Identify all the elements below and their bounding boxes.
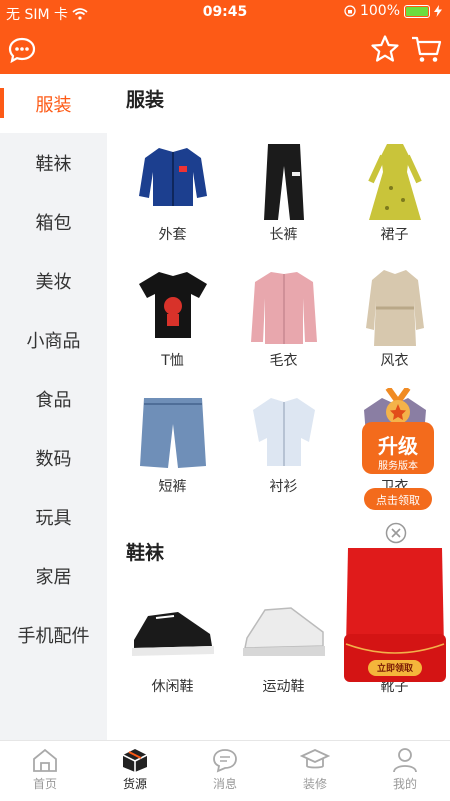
red-bag-promo[interactable]: 立即领取	[340, 522, 450, 690]
box-icon	[122, 749, 148, 772]
shorts-image	[139, 398, 206, 468]
product-label: 毛衣	[269, 353, 298, 369]
product-trenchcoat[interactable]: 风衣	[339, 258, 450, 378]
tab-home[interactable]: 首页	[0, 741, 90, 801]
product-label: 裙子	[380, 227, 409, 243]
sidebar-item-label: 食品	[35, 389, 72, 411]
user-icon	[393, 748, 417, 773]
sidebar-item-digital[interactable]: 数码	[0, 428, 107, 487]
sidebar-item-label: 美妆	[35, 271, 72, 293]
sidebar-item-label: 家居	[35, 566, 72, 588]
close-icon[interactable]	[385, 522, 407, 544]
section-title-clothing: 服装	[126, 89, 165, 111]
sidebar-item-label: 小商品	[26, 330, 81, 352]
product-tshirt[interactable]: T恤	[117, 258, 228, 378]
upgrade-promo[interactable]: 升级 服务版本 点击领取	[362, 386, 434, 518]
sidebar-item-home[interactable]: 家居	[0, 546, 107, 605]
sidebar-item-beauty[interactable]: 美妆	[0, 251, 107, 310]
orientation-lock-icon	[344, 5, 356, 17]
sidebar-item-small-goods[interactable]: 小商品	[0, 310, 107, 369]
bag-claim-button[interactable]: 立即领取	[368, 661, 422, 674]
section-title-shoes: 鞋袜	[126, 542, 165, 564]
casual-shoes-image	[131, 612, 214, 656]
sidebar-item-label: 服装	[35, 94, 72, 116]
sidebar-item-label: 鞋袜	[35, 153, 72, 175]
tab-messages[interactable]: 消息	[180, 741, 270, 801]
sidebar-item-bags[interactable]: 箱包	[0, 192, 107, 251]
tab-label: 货源	[122, 777, 147, 791]
tab-label: 首页	[32, 777, 57, 791]
sidebar-item-toys[interactable]: 玩具	[0, 487, 107, 546]
tab-label: 消息	[212, 777, 237, 791]
battery-percent: 100%	[359, 3, 400, 19]
tab-profile[interactable]: 我的	[360, 741, 450, 801]
graduation-cap-icon	[300, 749, 330, 769]
sidebar-item-phone-accessories[interactable]: 手机配件	[0, 605, 107, 664]
sidebar-item-label: 箱包	[35, 212, 72, 234]
product-dress[interactable]: 裙子	[339, 132, 450, 252]
product-label: 外套	[158, 227, 187, 243]
sidebar-item-clothing[interactable]: 服装	[0, 74, 107, 133]
sidebar-item-label: 手机配件	[17, 625, 90, 647]
battery-icon	[404, 4, 430, 18]
chat-icon	[213, 749, 237, 773]
tab-sources[interactable]: 货源	[90, 741, 180, 801]
sidebar-item-food[interactable]: 食品	[0, 369, 107, 428]
bottom-tab-bar: 首页 货源 消息 装修 我的	[0, 740, 450, 801]
tab-label: 装修	[302, 777, 327, 791]
home-icon	[33, 748, 57, 772]
sweater-image	[250, 272, 317, 344]
upgrade-title: 升级	[378, 434, 418, 458]
top-bar: 无 SIM 卡 09:45 100%	[0, 0, 450, 74]
claim-button[interactable]: 点击领取	[362, 492, 434, 508]
message-icon[interactable]	[8, 36, 36, 64]
product-pants[interactable]: 长裤	[228, 132, 339, 252]
product-label: 风衣	[380, 353, 409, 369]
cart-icon[interactable]	[410, 34, 442, 64]
category-sidebar: 服装 鞋袜 箱包 美妆 小商品 食品 数码 玩具 家居 手机配件	[0, 74, 107, 740]
product-label: 短裤	[158, 479, 187, 495]
product-label: 运动鞋	[262, 679, 305, 695]
sidebar-item-label: 玩具	[35, 507, 72, 529]
upgrade-subtitle: 服务版本	[378, 461, 418, 472]
trenchcoat-image	[365, 270, 424, 346]
shirt-image	[252, 398, 315, 466]
product-label: 长裤	[269, 227, 298, 243]
tab-label: 我的	[392, 777, 417, 791]
product-label: T恤	[161, 353, 184, 369]
sidebar-item-shoes[interactable]: 鞋袜	[0, 133, 107, 192]
product-shirt[interactable]: 衬衫	[228, 384, 339, 504]
pants-image	[263, 144, 304, 220]
product-shorts[interactable]: 短裤	[117, 384, 228, 504]
product-sweater[interactable]: 毛衣	[228, 258, 339, 378]
product-sports-shoes[interactable]: 运动鞋	[228, 584, 339, 704]
product-label: 衬衫	[269, 479, 298, 495]
sidebar-item-label: 数码	[35, 448, 72, 470]
sports-shoes-image	[242, 607, 325, 656]
product-jacket[interactable]: 外套	[117, 132, 228, 252]
tab-decorate[interactable]: 装修	[270, 741, 360, 801]
product-casual-shoes[interactable]: 休闲鞋	[117, 584, 228, 704]
star-icon[interactable]	[370, 34, 400, 64]
jacket-image	[138, 148, 207, 206]
dress-image	[367, 144, 422, 220]
tshirt-image	[138, 272, 207, 338]
product-label: 休闲鞋	[151, 679, 194, 695]
status-bar: 无 SIM 卡 09:45 100%	[0, 0, 450, 24]
charging-icon	[434, 5, 442, 17]
